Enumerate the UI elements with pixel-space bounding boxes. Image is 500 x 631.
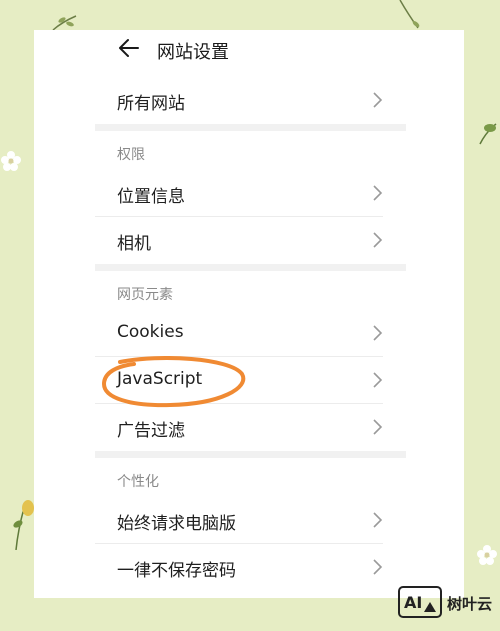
chevron-right-icon: [373, 419, 383, 435]
chevron-right-icon: [373, 559, 383, 575]
section-header-permissions: 权限: [117, 147, 145, 163]
cookies-item[interactable]: Cookies: [95, 311, 383, 357]
section-divider: [95, 264, 406, 271]
ad-filter-item[interactable]: 广告过滤: [95, 405, 383, 451]
chevron-right-icon: [373, 372, 383, 388]
never-save-password-item[interactable]: 一律不保存密码: [95, 545, 383, 591]
settings-screen: 网站设置 所有网站 权限 位置信息 相机 网页元素 Cookies JavaSc…: [34, 30, 464, 598]
desktop-site-item[interactable]: 始终请求电脑版: [95, 498, 383, 544]
highlight-circle-annotation: [101, 356, 246, 408]
all-sites-label: 所有网站: [117, 94, 185, 114]
section-divider: [95, 451, 406, 458]
ai-logo-icon: AI: [398, 586, 442, 618]
chevron-right-icon: [373, 325, 383, 341]
cookies-label: Cookies: [117, 322, 184, 342]
ad-filter-label: 广告过滤: [117, 421, 185, 441]
chevron-right-icon: [373, 185, 383, 201]
all-sites-item[interactable]: 所有网站: [95, 78, 383, 124]
desktop-site-label: 始终请求电脑版: [117, 514, 236, 534]
chevron-right-icon: [373, 232, 383, 248]
watermark-text: 树叶云: [447, 595, 493, 613]
chevron-right-icon: [373, 512, 383, 528]
camera-label: 相机: [117, 234, 151, 254]
camera-item[interactable]: 相机: [95, 218, 383, 264]
back-arrow-icon[interactable]: [118, 36, 140, 60]
flower-decoration-icon: [477, 545, 497, 565]
flower-decoration-icon: [1, 151, 21, 171]
branch-decoration-icon: [399, 0, 420, 29]
section-divider: [95, 124, 406, 131]
never-save-password-label: 一律不保存密码: [117, 561, 236, 581]
leaf-decoration-icon: [479, 123, 497, 145]
page-title: 网站设置: [157, 42, 229, 63]
location-item[interactable]: 位置信息: [95, 171, 383, 217]
location-label: 位置信息: [117, 187, 185, 207]
chevron-right-icon: [373, 92, 383, 108]
section-header-page-elements: 网页元素: [117, 287, 173, 303]
section-header-personalization: 个性化: [117, 474, 159, 490]
logo-text: AI: [404, 593, 422, 612]
header: 网站设置: [34, 30, 464, 70]
